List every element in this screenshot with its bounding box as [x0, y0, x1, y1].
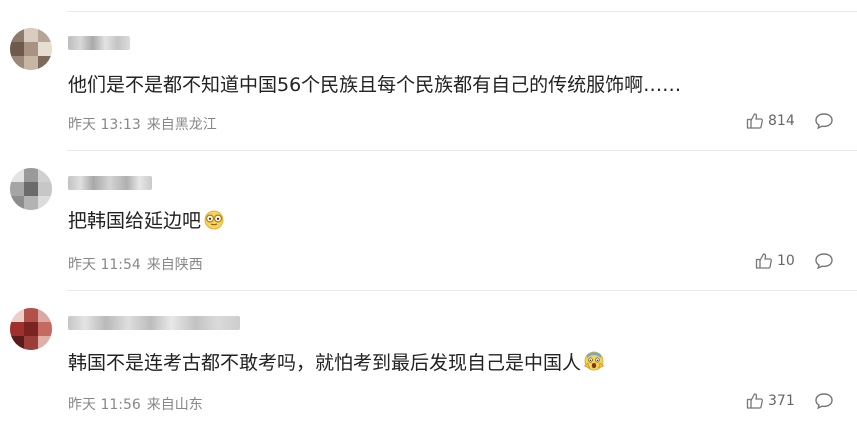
thumbs-up-icon [746, 112, 764, 130]
screaming-face-emoji [583, 350, 605, 379]
top-divider [67, 11, 857, 12]
avatar[interactable] [10, 308, 52, 350]
comment-text: 韩国不是连考古都不敢考吗，就怕考到最后发现自己是中国人 [68, 352, 582, 374]
comment-bubble-icon [814, 113, 834, 134]
comment-location: 来自黑龙江 [146, 117, 217, 133]
username-blurred[interactable] [68, 316, 240, 330]
username-blurred[interactable] [68, 36, 130, 50]
comment-meta: 昨天 11:56 来自山东 [68, 394, 203, 414]
like-button[interactable]: 10 [755, 252, 795, 270]
comment-time: 昨天 11:54 [68, 257, 141, 273]
comment-time: 昨天 11:56 [68, 397, 141, 413]
comment-meta: 昨天 13:13 来自黑龙江 [68, 114, 217, 134]
like-count: 371 [768, 393, 795, 409]
avatar[interactable] [10, 28, 52, 70]
like-button[interactable]: 371 [746, 392, 795, 410]
comment-content: 把韩国给延边吧 [68, 208, 225, 237]
comment-text: 把韩国给延边吧 [68, 210, 202, 232]
comment-location: 来自山东 [146, 397, 203, 413]
reply-button[interactable] [814, 252, 834, 274]
comment-location: 来自陕西 [146, 257, 203, 273]
comment-text: 他们是不是都不知道中国56个民族且每个民族都有自己的传统服饰啊…… [68, 74, 682, 96]
username-blurred[interactable] [68, 176, 152, 190]
comment-bubble-icon [814, 393, 834, 414]
comment-divider [67, 150, 857, 151]
reply-button[interactable] [814, 392, 834, 414]
glasses-face-emoji [203, 210, 225, 237]
thumbs-up-icon [755, 252, 773, 270]
comment-meta: 昨天 11:54 来自陕西 [68, 254, 203, 274]
comment-bubble-icon [814, 253, 834, 274]
comment-content: 韩国不是连考古都不敢考吗，就怕考到最后发现自己是中国人 [68, 350, 605, 379]
avatar[interactable] [10, 168, 52, 210]
like-count: 814 [768, 113, 795, 129]
like-count: 10 [777, 253, 795, 269]
comment-divider [67, 290, 857, 291]
reply-button[interactable] [814, 112, 834, 134]
thumbs-up-icon [746, 392, 764, 410]
comment-time: 昨天 13:13 [68, 117, 141, 133]
comment-content: 他们是不是都不知道中国56个民族且每个民族都有自己的传统服饰啊…… [68, 72, 681, 98]
like-button[interactable]: 814 [746, 112, 795, 130]
